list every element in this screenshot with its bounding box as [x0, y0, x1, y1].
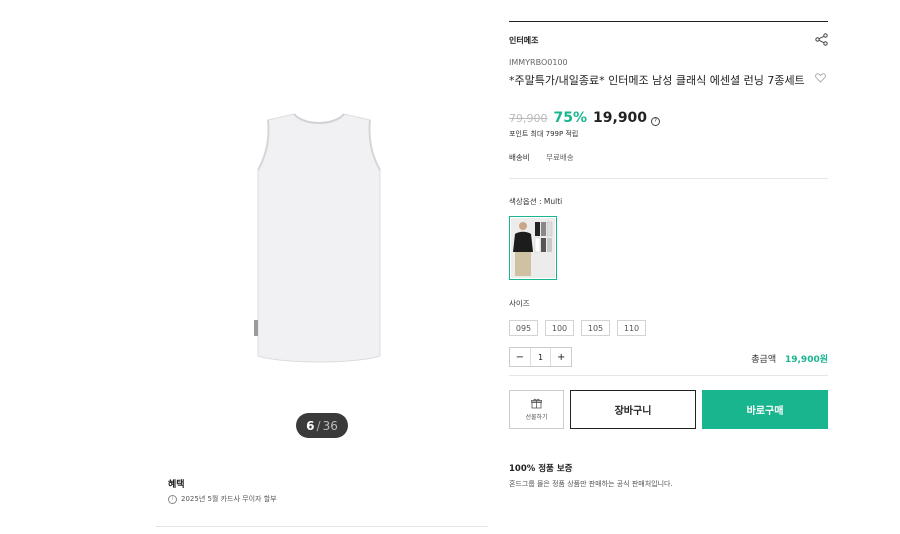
size-option-100[interactable]: 100	[545, 320, 574, 336]
product-info: 인터메조 IMMYRBO0100 *주말특가/내일종료* 인터메조 남성 클래식…	[509, 0, 828, 534]
buy-now-button[interactable]: 바로구매	[702, 390, 828, 429]
size-option-095[interactable]: 095	[509, 320, 538, 336]
divider	[509, 21, 828, 22]
total-price: 총금액 19,900원	[751, 352, 828, 365]
authenticity-description: 혼드그룹 몰은 정품 상품만 판매하는 공식 판매처입니다.	[509, 480, 673, 488]
shipping-info: 배송비 무료배송	[509, 152, 574, 163]
product-gallery: 6 / 36 혜택 i 2025년 5월 카드사 무이자 할부	[156, 0, 488, 534]
discount-rate: 75%	[553, 110, 588, 126]
gift-button[interactable]: 선물하기	[509, 390, 564, 429]
quantity-value[interactable]: 1	[529, 348, 552, 366]
total-label: 총금액	[751, 355, 777, 365]
model-thumbnail	[511, 218, 555, 278]
size-label: 사이즈	[509, 299, 530, 308]
color-swatch-multi[interactable]	[509, 216, 557, 280]
benefit-title: 혜택	[168, 480, 185, 490]
share-icon[interactable]	[815, 33, 828, 46]
info-icon: i	[168, 494, 177, 504]
gift-label: 선물하기	[525, 414, 548, 421]
image-counter-separator: /	[316, 418, 321, 433]
add-to-cart-button[interactable]: 장바구니	[570, 390, 696, 429]
divider	[156, 526, 488, 527]
benefit-row: i 2025년 5월 카드사 무이자 할부	[168, 494, 277, 504]
heart-icon[interactable]	[815, 73, 826, 83]
image-counter: 6 / 36	[296, 413, 348, 438]
color-option-label: 색상옵션 : Multi	[509, 197, 563, 206]
quantity-stepper: − 1 +	[509, 347, 572, 367]
benefit-text: 2025년 5월 카드사 무이자 할부	[181, 495, 277, 503]
divider	[509, 375, 828, 376]
size-option-110[interactable]: 110	[617, 320, 646, 336]
quantity-increase-button[interactable]: +	[551, 348, 571, 366]
help-icon[interactable]: ?	[651, 116, 661, 126]
original-price: 79,900	[509, 112, 548, 125]
total-amount: 19,900원	[784, 355, 828, 365]
quantity-decrease-button[interactable]: −	[510, 348, 530, 366]
product-code: IMMYRBO0100	[509, 58, 568, 67]
gift-icon	[531, 398, 542, 409]
divider	[509, 178, 828, 179]
product-image-tank-top[interactable]	[254, 112, 384, 366]
size-option-105[interactable]: 105	[581, 320, 610, 336]
sale-price: 19,900	[593, 110, 648, 126]
image-counter-total: 36	[322, 418, 338, 433]
shipping-label: 배송비	[509, 153, 530, 162]
brand-link[interactable]: 인터메조	[509, 35, 538, 46]
price-row: 79,900 75% 19,900 ?	[509, 110, 661, 126]
image-counter-current: 6	[306, 418, 315, 433]
size-options: 095 100 105 110	[509, 320, 646, 336]
product-title: *주말특가/내일종료* 인터메조 남성 클래식 에센셜 런닝 7종세트	[509, 74, 805, 87]
swatch-image	[511, 218, 555, 278]
authenticity-title: 100% 정품 보증	[509, 464, 573, 474]
points-info: 포인트 최대 799P 적립	[509, 130, 579, 138]
shipping-value: 무료배송	[546, 153, 574, 162]
